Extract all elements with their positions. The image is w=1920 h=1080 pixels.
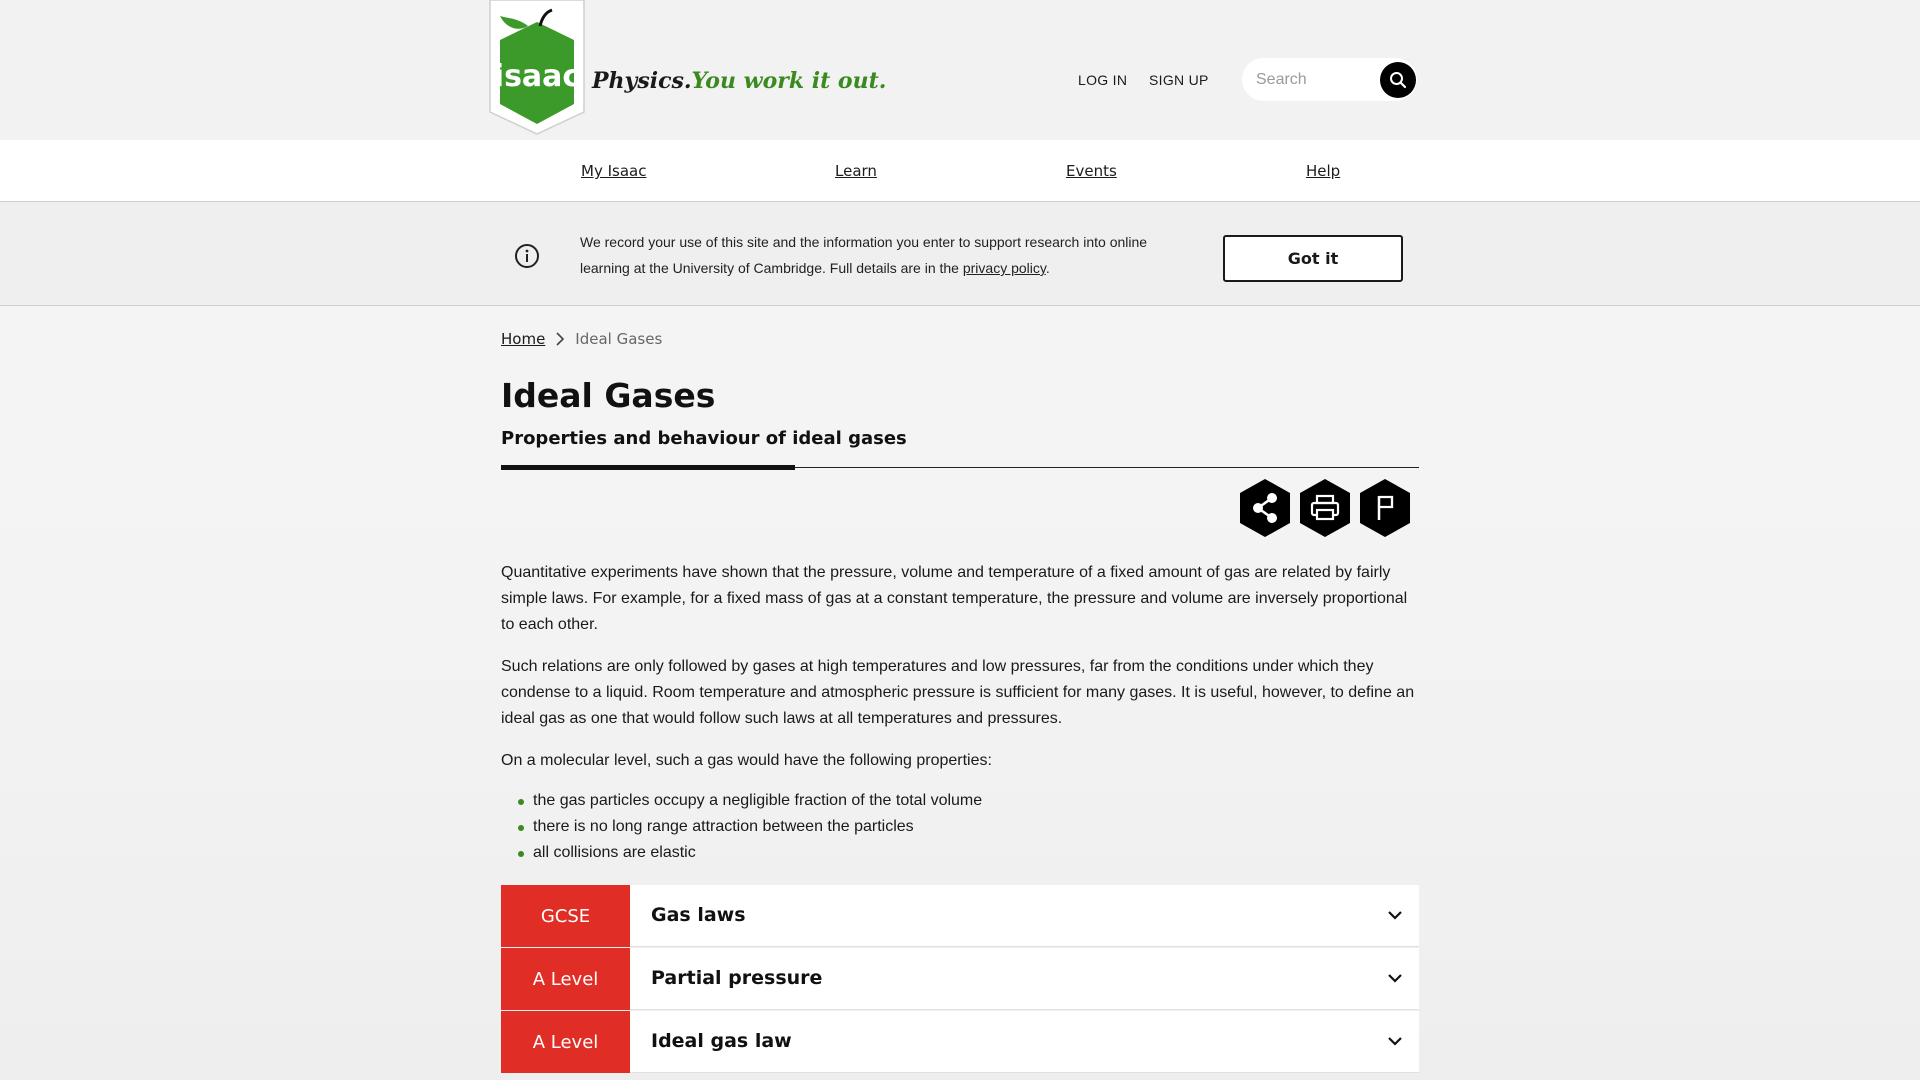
- nav-item-learn[interactable]: Learn: [835, 162, 877, 180]
- info-icon: [515, 244, 539, 268]
- banner-text: We record your use of this site and the …: [580, 229, 1170, 281]
- chevron-down-icon: [1388, 911, 1402, 920]
- banner-message: We record your use of this site and the …: [580, 234, 1148, 276]
- accordion-title: Ideal gas law: [651, 1030, 792, 1052]
- accordion-gas-laws[interactable]: GCSE Gas laws: [501, 885, 1419, 947]
- title-divider-accent: [501, 465, 795, 470]
- paragraph: Quantitative experiments have shown that…: [501, 564, 1408, 633]
- chevron-down-icon: [1388, 1037, 1402, 1046]
- article-content: Quantitative experiments have shown that…: [501, 560, 1419, 866]
- breadcrumb-home[interactable]: Home: [501, 330, 545, 348]
- nav-item-help[interactable]: Help: [1306, 162, 1340, 180]
- chevron-right-icon: [556, 332, 565, 346]
- page-title: Ideal Gases: [501, 376, 716, 415]
- tagline-physics: Physics.: [592, 68, 692, 94]
- isaac-logo[interactable]: isaac: [488, 0, 586, 136]
- list-item: the gas particles occupy a negligible fr…: [501, 788, 1419, 814]
- list-item: all collisions are elastic: [501, 840, 1419, 866]
- level-badge: A Level: [501, 948, 630, 1010]
- share-button[interactable]: [1238, 478, 1292, 538]
- search-icon: [1390, 72, 1407, 89]
- flag-icon: [1360, 479, 1410, 537]
- site-header: isaac Physics.You work it out. LOG IN SI…: [0, 0, 1920, 140]
- main-nav: My Isaac Learn Events Help: [0, 140, 1920, 202]
- banner-message-end: .: [1045, 260, 1050, 276]
- breadcrumb: Home Ideal Gases: [501, 330, 662, 348]
- page-subtitle: Properties and behaviour of ideal gases: [501, 428, 907, 449]
- nav-item-my-isaac[interactable]: My Isaac: [581, 162, 646, 180]
- paragraph: On a molecular level, such a gas would h…: [501, 752, 992, 769]
- print-button[interactable]: [1298, 478, 1352, 538]
- properties-list: the gas particles occupy a negligible fr…: [501, 788, 1419, 866]
- level-badge: GCSE: [501, 885, 630, 947]
- search-input[interactable]: [1256, 68, 1376, 92]
- accordion-ideal-gas-law[interactable]: A Level Ideal gas law: [501, 1011, 1419, 1073]
- login-link[interactable]: LOG IN: [1078, 72, 1127, 88]
- print-icon: [1300, 479, 1350, 537]
- accordion-title: Partial pressure: [651, 967, 823, 989]
- got-it-button[interactable]: Got it: [1223, 235, 1403, 282]
- accordion-title: Gas laws: [651, 904, 746, 926]
- cookie-banner: We record your use of this site and the …: [0, 202, 1920, 306]
- svg-text:isaac: isaac: [494, 59, 580, 94]
- breadcrumb-current: Ideal Gases: [575, 330, 663, 348]
- share-icon: [1240, 479, 1290, 537]
- report-button[interactable]: [1358, 478, 1412, 538]
- privacy-policy-link[interactable]: privacy policy: [963, 260, 1046, 276]
- list-item: there is no long range attraction betwee…: [501, 814, 1419, 840]
- search-button[interactable]: [1380, 62, 1416, 98]
- accordion-partial-pressure[interactable]: A Level Partial pressure: [501, 948, 1419, 1010]
- tagline-you-work-it-out: You work it out.: [691, 68, 887, 94]
- tagline: Physics.You work it out.: [592, 68, 886, 104]
- chevron-down-icon: [1388, 974, 1402, 983]
- paragraph: Such relations are only followed by gase…: [501, 658, 1415, 727]
- level-badge: A Level: [501, 1011, 630, 1073]
- signup-link[interactable]: SIGN UP: [1149, 72, 1209, 88]
- nav-item-events[interactable]: Events: [1066, 162, 1117, 180]
